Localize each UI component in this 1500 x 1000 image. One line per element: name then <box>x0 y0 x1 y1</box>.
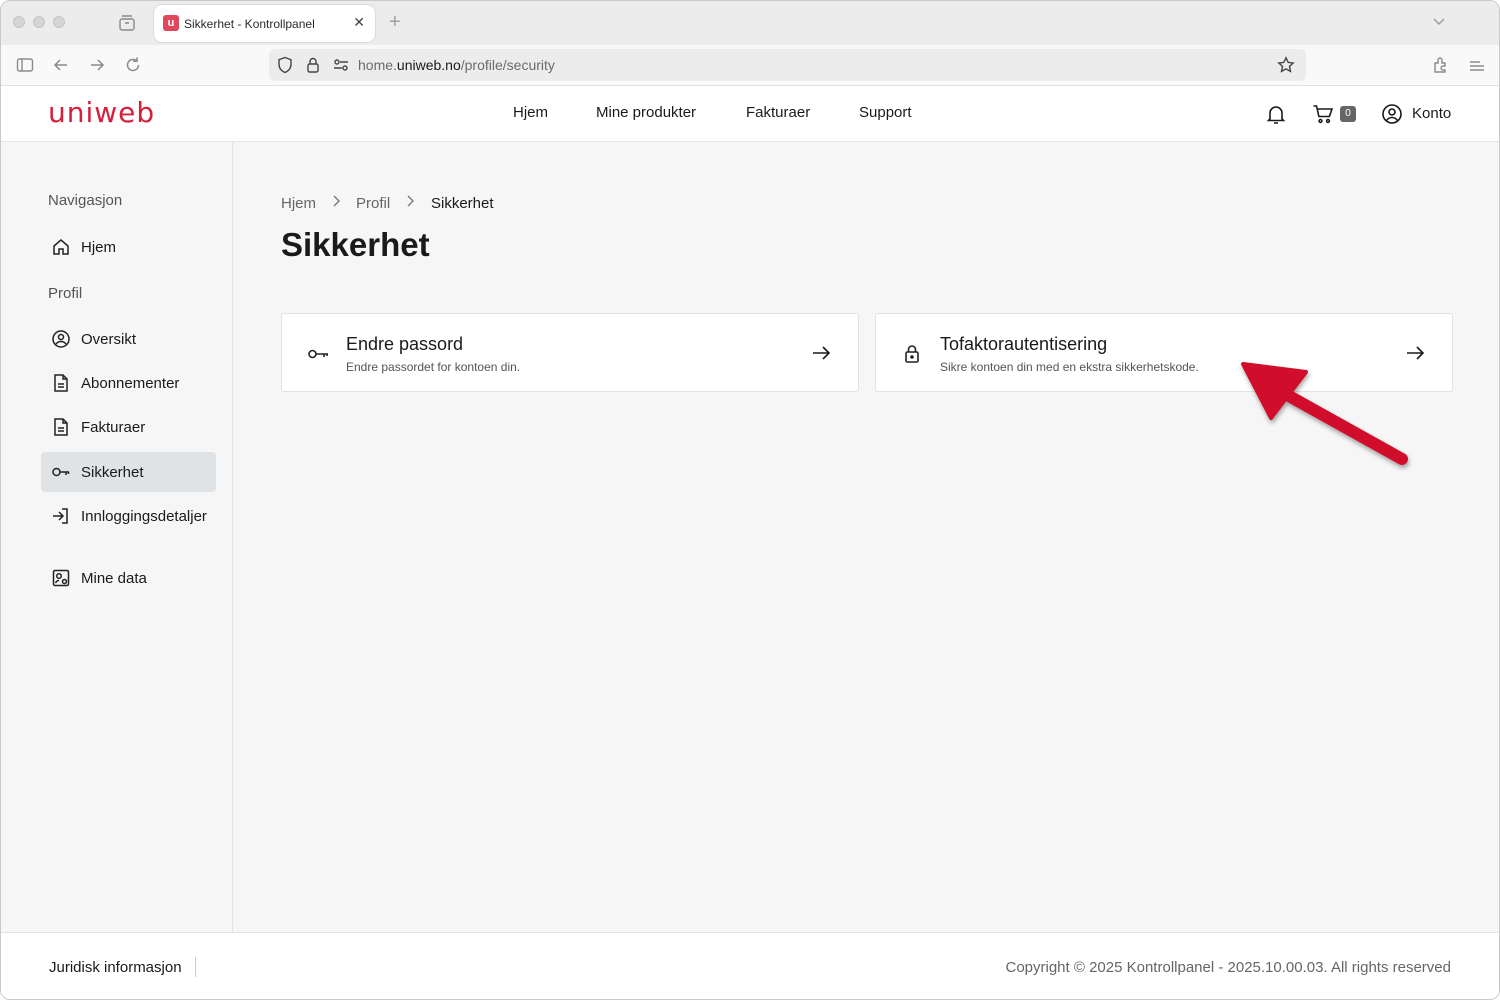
document-icon <box>51 417 71 437</box>
url-text[interactable]: home.uniweb.no/profile/security <box>358 57 555 73</box>
user-settings-icon <box>51 568 71 588</box>
sidebar-item-label: Sikkerhet <box>81 464 144 481</box>
sidebar-item-label: Innloggingsdetaljer <box>81 508 207 525</box>
key-icon <box>51 462 71 482</box>
breadcrumb-profil[interactable]: Profil <box>356 195 390 212</box>
page-title: Sikkerhet <box>281 226 430 263</box>
lock-icon <box>900 342 924 366</box>
cart-icon[interactable] <box>1311 102 1335 126</box>
account-icon[interactable] <box>1380 102 1404 126</box>
browser-toolbar: home.uniweb.no/profile/security <box>1 45 1499 86</box>
sidebar-item-sikkerhet[interactable]: Sikkerhet <box>41 452 216 492</box>
legal-info-link[interactable]: Juridisk informasjon <box>49 959 182 976</box>
sidebar-heading-profil: Profil <box>48 285 83 302</box>
sidebar-heading-navigasjon: Navigasjon <box>48 192 123 209</box>
breadcrumb-hjem[interactable]: Hjem <box>281 195 316 212</box>
address-bar[interactable]: home.uniweb.no/profile/security <box>269 49 1306 81</box>
uniweb-logo[interactable]: uniweb <box>48 96 155 129</box>
active-tab[interactable]: u Sikkerhet - Kontrollpanel ✕ <box>154 5 375 42</box>
nav-support[interactable]: Support <box>859 104 912 121</box>
menu-icon[interactable] <box>1467 55 1487 75</box>
login-icon <box>51 506 71 526</box>
forward-icon[interactable] <box>87 55 107 75</box>
cart-count-badge: 0 <box>1340 106 1356 122</box>
arrow-right-icon <box>810 342 832 364</box>
account-label[interactable]: Konto <box>1412 105 1451 122</box>
nav-mine-produkter[interactable]: Mine produkter <box>596 104 696 121</box>
sidebar-item-mine-data[interactable]: Mine data <box>41 558 216 598</box>
card-description: Endre passordet for kontoen din. <box>346 360 521 374</box>
sidebar-item-label: Oversikt <box>81 331 137 348</box>
browser-window: u Sikkerhet - Kontrollpanel ✕ + home.uni… <box>0 0 1500 1000</box>
zoom-window-button[interactable] <box>53 16 65 28</box>
sidebar-item-abonnementer[interactable]: Abonnementer <box>41 363 216 403</box>
reload-icon[interactable] <box>123 55 143 75</box>
sidebar-item-label: Abonnementer <box>81 375 180 392</box>
chevron-right-icon <box>331 193 343 213</box>
key-icon <box>306 342 330 366</box>
card-description: Sikre kontoen din med en ekstra sikkerhe… <box>940 360 1199 374</box>
permissions-icon[interactable] <box>331 55 351 75</box>
card-title: Endre passord <box>346 334 464 354</box>
shield-icon[interactable] <box>275 55 295 75</box>
user-circle-icon <box>51 329 71 349</box>
arrow-right-icon <box>1404 342 1426 364</box>
nav-fakturaer[interactable]: Fakturaer <box>746 104 810 121</box>
sidebar-item-oversikt[interactable]: Oversikt <box>41 319 216 359</box>
sidebar: Navigasjon Hjem Profil Oversikt Abonneme… <box>1 142 233 932</box>
nav-hjem[interactable]: Hjem <box>513 104 548 121</box>
sidebar-item-label: Mine data <box>81 570 147 587</box>
bookmark-star-icon[interactable] <box>1276 55 1296 75</box>
tab-strip: u Sikkerhet - Kontrollpanel ✕ + <box>1 1 1499 45</box>
sidebar-item-hjem[interactable]: Hjem <box>41 227 216 267</box>
copyright-text: Copyright © 2025 Kontrollpanel - 2025.10… <box>1005 959 1452 976</box>
close-window-button[interactable] <box>13 16 25 28</box>
sidebar-item-label: Fakturaer <box>81 419 146 436</box>
sidebar-item-fakturaer[interactable]: Fakturaer <box>41 407 216 447</box>
minimize-window-button[interactable] <box>33 16 45 28</box>
back-icon[interactable] <box>51 55 71 75</box>
chevron-down-icon[interactable] <box>1431 13 1447 34</box>
document-icon <box>51 373 71 393</box>
sidebar-item-label: Hjem <box>81 239 117 256</box>
change-password-card[interactable]: Endre passord Endre passordet for kontoe… <box>281 313 859 392</box>
footer-divider <box>195 957 196 977</box>
breadcrumb-sikkerhet: Sikkerhet <box>431 195 494 212</box>
lock-icon[interactable] <box>303 55 323 75</box>
sidebar-toggle-icon[interactable] <box>15 55 35 75</box>
card-title: Tofaktorautentisering <box>940 334 1108 354</box>
chevron-right-icon <box>405 193 417 213</box>
close-tab-icon[interactable]: ✕ <box>353 14 365 31</box>
extensions-icon[interactable] <box>1431 55 1451 75</box>
bell-icon[interactable] <box>1264 102 1288 126</box>
tab-overview-icon[interactable] <box>117 13 137 33</box>
tab-title: Sikkerhet - Kontrollpanel <box>184 17 315 31</box>
two-factor-auth-card[interactable]: Tofaktorautentisering Sikre kontoen din … <box>875 313 1453 392</box>
site-footer: Juridisk informasjon Copyright © 2025 Ko… <box>1 932 1499 999</box>
sidebar-item-innloggingsdetaljer[interactable]: Innloggingsdetaljer <box>41 496 216 546</box>
site-header: uniweb Hjem Mine produkter Fakturaer Sup… <box>1 86 1499 142</box>
home-icon <box>51 237 71 257</box>
main-content: Hjem Profil Sikkerhet Sikkerhet Endre pa… <box>233 142 1499 932</box>
new-tab-icon[interactable]: + <box>389 11 401 34</box>
favicon-icon: u <box>163 15 179 31</box>
